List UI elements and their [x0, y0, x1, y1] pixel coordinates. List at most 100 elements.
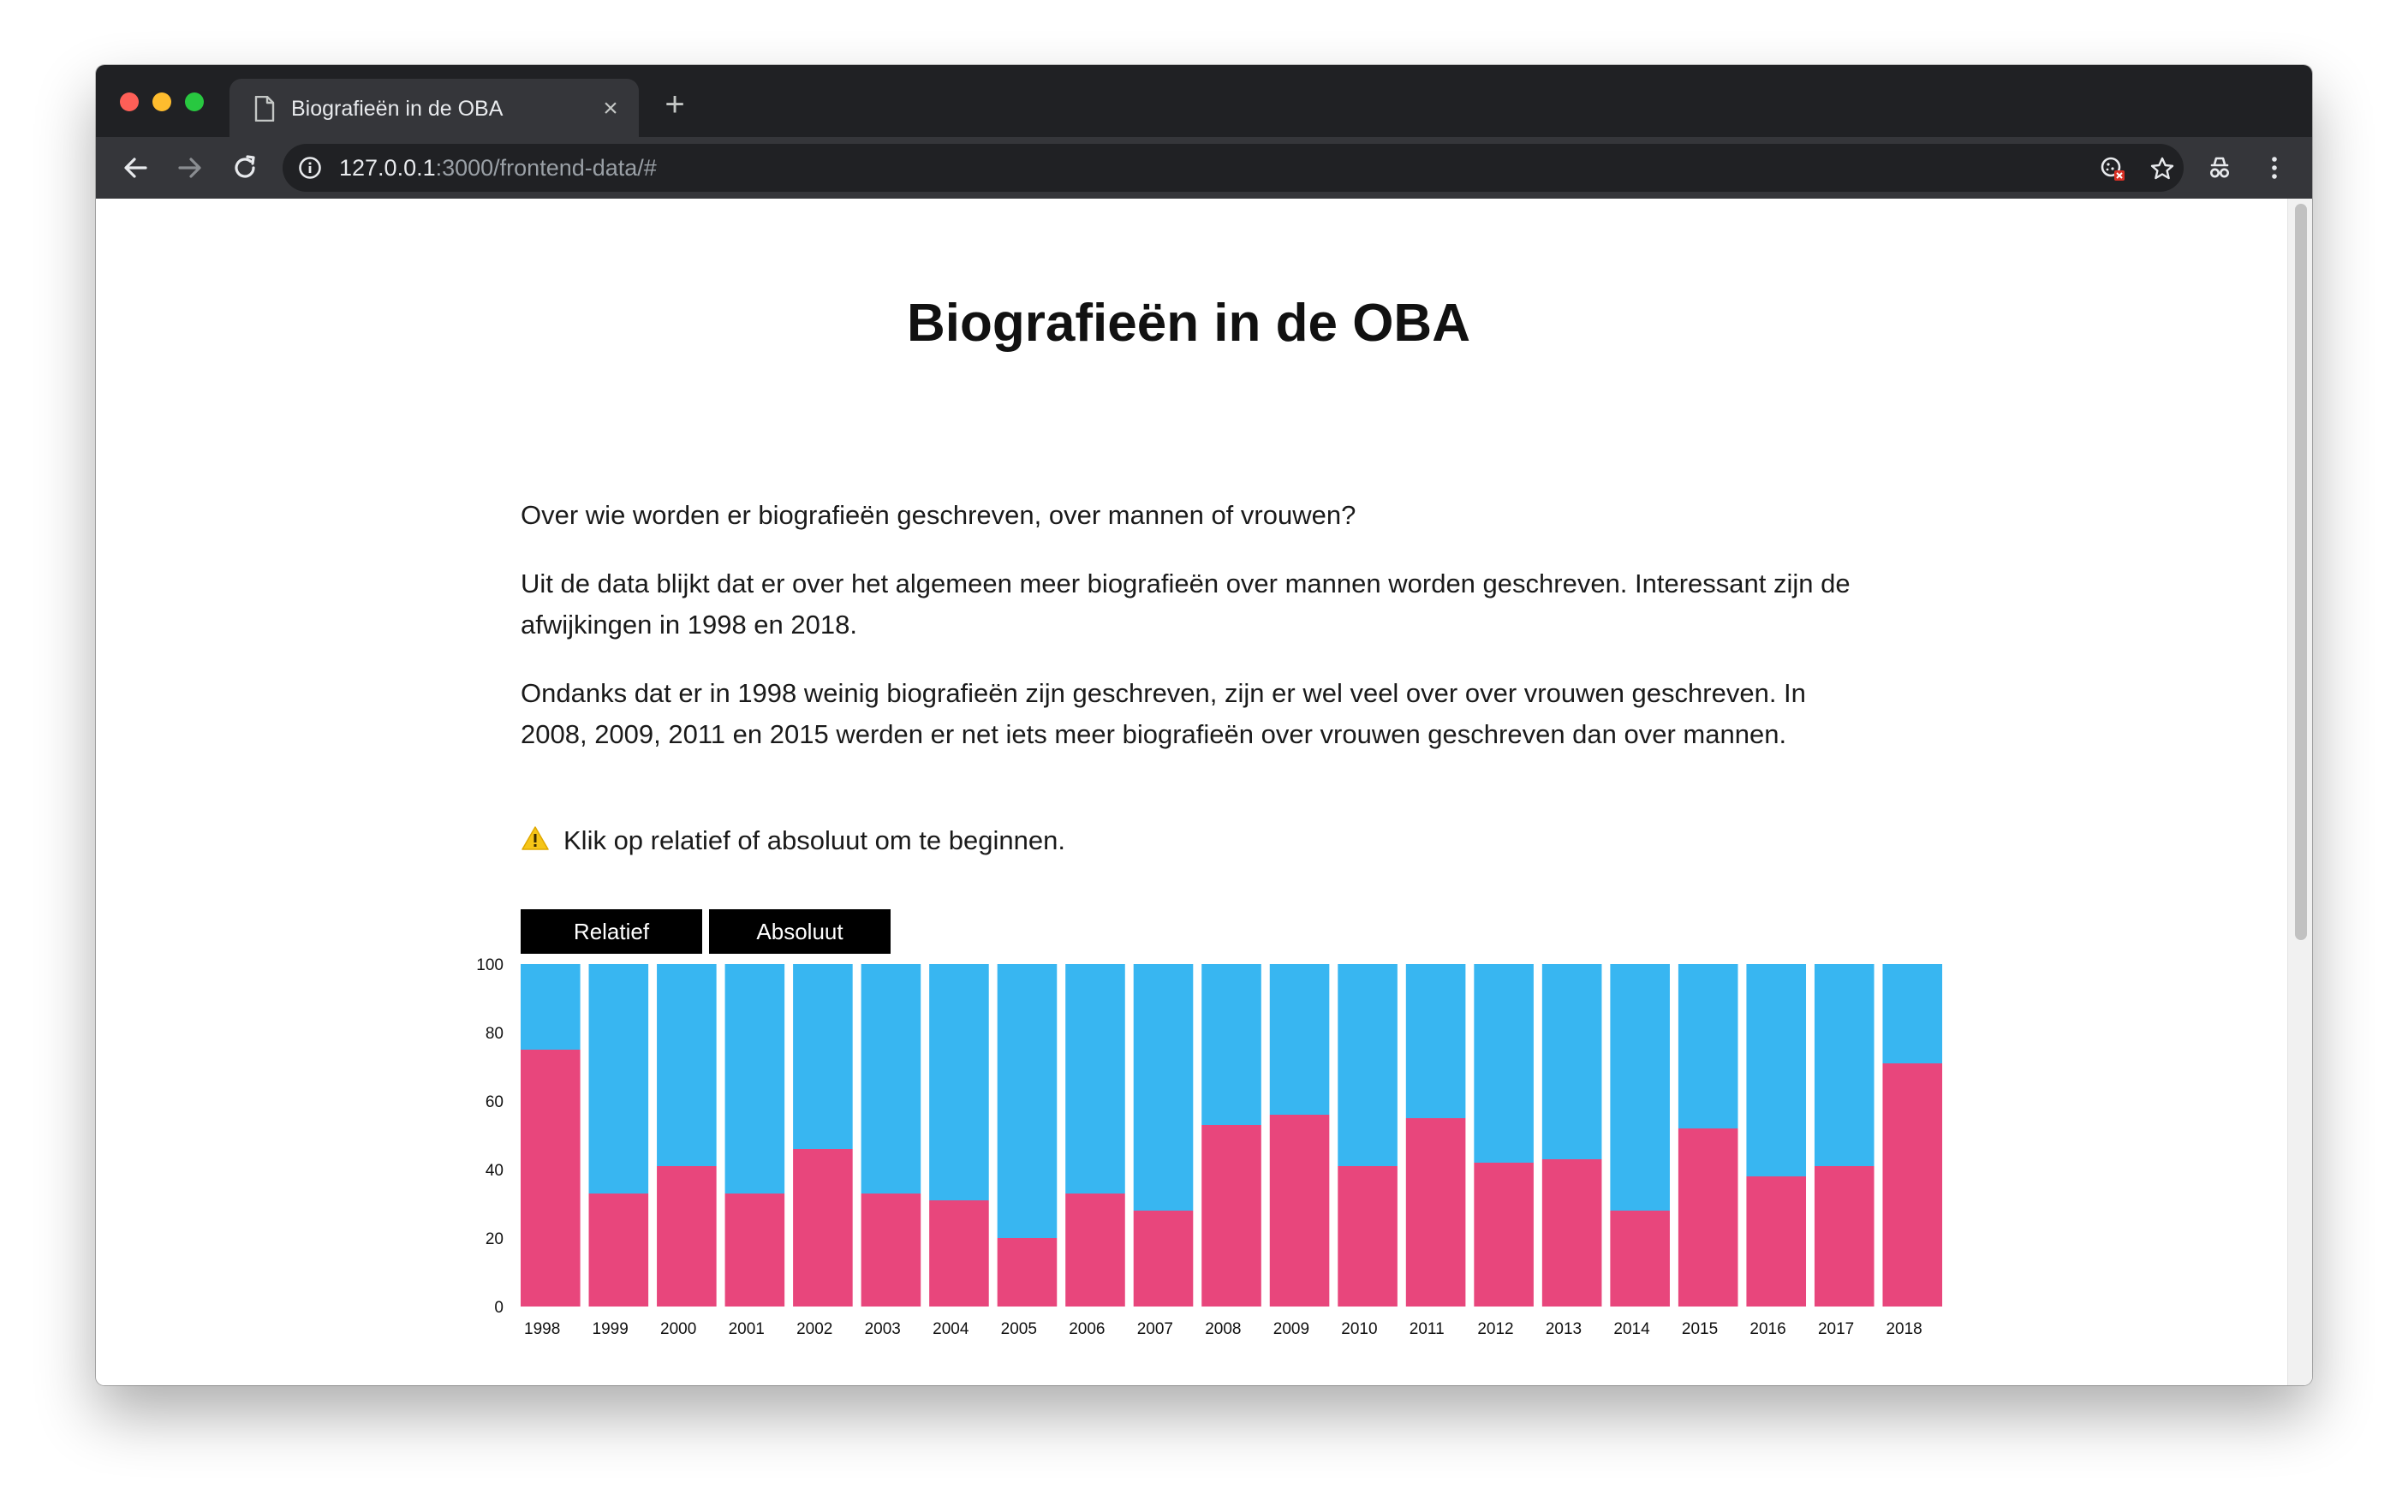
- page-viewport: Biografieën in de OBA Over wie worden er…: [96, 199, 2312, 1385]
- women-bar-1998[interactable]: [521, 1050, 581, 1307]
- women-bar-2003[interactable]: [861, 1194, 921, 1307]
- maximize-window-button[interactable]: [185, 92, 204, 111]
- document-icon: [254, 96, 275, 122]
- findings-paragraph: Uit de data blijkt dat er over het algem…: [521, 568, 1851, 640]
- men-bar-2014[interactable]: [1610, 964, 1670, 1211]
- men-bar-2000[interactable]: [657, 964, 717, 1166]
- browser-window: Biografieën in de OBA × + 127.0.0.1:3000…: [96, 65, 2312, 1385]
- absolute-button[interactable]: Absoluut: [709, 909, 891, 954]
- x-tick-label: 1998: [524, 1320, 560, 1338]
- men-bar-2010[interactable]: [1338, 964, 1398, 1166]
- women-bar-2007[interactable]: [1133, 1211, 1194, 1307]
- women-bar-2000[interactable]: [657, 1166, 717, 1307]
- close-window-button[interactable]: [120, 92, 139, 111]
- x-tick-label: 2017: [1818, 1320, 1854, 1338]
- relative-button[interactable]: Relatief: [521, 909, 702, 954]
- minimize-window-button[interactable]: [152, 92, 171, 111]
- y-tick-label: 20: [486, 1230, 504, 1248]
- men-bar-2017[interactable]: [1814, 964, 1875, 1166]
- men-bar-1998[interactable]: [521, 964, 581, 1050]
- men-bar-2006[interactable]: [1065, 964, 1125, 1194]
- women-bar-2010[interactable]: [1338, 1166, 1398, 1307]
- tab-title: Biografieën in de OBA: [291, 97, 504, 121]
- page-title: Biografieën in de OBA: [907, 294, 1470, 353]
- women-bar-2001[interactable]: [724, 1194, 785, 1307]
- menu-dots-icon[interactable]: [2259, 152, 2290, 183]
- y-axis: 0 20 40 60 80 100: [476, 956, 504, 1317]
- details-paragraph: Ondanks dat er in 1998 weinig biografieë…: [521, 678, 1806, 749]
- incognito-icon[interactable]: [2204, 152, 2235, 183]
- url-host: 127.0.0.1: [339, 155, 436, 181]
- x-tick-label: 2013: [1546, 1320, 1582, 1338]
- y-tick-label: 60: [486, 1093, 504, 1111]
- screen: Biografieën in de OBA × + 127.0.0.1:3000…: [0, 0, 2408, 1512]
- scrollbar[interactable]: [2287, 199, 2312, 1385]
- women-bar-2011[interactable]: [1405, 1118, 1466, 1307]
- men-bar-2002[interactable]: [793, 964, 853, 1149]
- men-bar-1999[interactable]: [588, 964, 649, 1194]
- url-text[interactable]: 127.0.0.1:3000/frontend-data/#: [339, 154, 657, 182]
- men-bar-2012[interactable]: [1474, 964, 1534, 1163]
- women-bar-2017[interactable]: [1814, 1166, 1875, 1307]
- women-bar-2004[interactable]: [929, 1200, 989, 1307]
- women-bar-2013[interactable]: [1541, 1159, 1602, 1307]
- men-bar-2008[interactable]: [1201, 964, 1261, 1125]
- y-tick-label: 0: [494, 1299, 504, 1317]
- women-bar-2009[interactable]: [1269, 1115, 1330, 1307]
- bars: [521, 964, 1943, 1307]
- women-bar-2006[interactable]: [1065, 1194, 1125, 1307]
- stacked-bar-chart: 0 20 40 60 80 100 1998 1999 2000 2001 2002 2003 200…: [476, 956, 1943, 1338]
- men-bar-2009[interactable]: [1269, 964, 1330, 1115]
- x-tick-label: 2004: [933, 1320, 969, 1338]
- y-tick-label: 100: [476, 956, 504, 974]
- bookmark-star-icon[interactable]: [2149, 156, 2175, 182]
- back-arrow-icon[interactable]: [120, 152, 151, 183]
- x-tick-label: 2008: [1205, 1320, 1241, 1338]
- women-bar-2012[interactable]: [1474, 1163, 1534, 1307]
- women-bar-2015[interactable]: [1678, 1128, 1738, 1307]
- men-bar-2001[interactable]: [724, 964, 785, 1194]
- blocked-cookies-icon[interactable]: [2100, 156, 2125, 182]
- men-bar-2013[interactable]: [1541, 964, 1602, 1159]
- men-bar-2011[interactable]: [1405, 964, 1466, 1118]
- women-bar-2016[interactable]: [1746, 1176, 1807, 1307]
- warning-icon: [522, 826, 549, 850]
- x-tick-label: 2015: [1682, 1320, 1718, 1338]
- x-axis: 1998 1999 2000 2001 2002 2003 2004 2005 2006 2007…: [524, 1320, 1922, 1338]
- women-bar-2002[interactable]: [793, 1149, 853, 1307]
- x-tick-label: 2001: [729, 1320, 765, 1338]
- women-bar-2008[interactable]: [1201, 1125, 1261, 1307]
- x-tick-label: 2018: [1886, 1320, 1922, 1338]
- men-bar-2015[interactable]: [1678, 964, 1738, 1128]
- forward-arrow-icon[interactable]: [175, 152, 206, 183]
- browser-titlebar: Biografieën in de OBA × +: [96, 65, 2312, 137]
- x-tick-label: 2009: [1273, 1320, 1309, 1338]
- women-bar-2005[interactable]: [997, 1238, 1058, 1307]
- scrollbar-thumb[interactable]: [2295, 204, 2307, 940]
- info-icon[interactable]: [298, 156, 322, 180]
- x-tick-label: 2016: [1749, 1320, 1785, 1338]
- x-tick-label: 2010: [1341, 1320, 1377, 1338]
- address-bar[interactable]: 127.0.0.1:3000/frontend-data/#: [283, 144, 2184, 192]
- y-tick-label: 40: [486, 1162, 504, 1180]
- x-tick-label: 2005: [1001, 1320, 1037, 1338]
- close-tab-icon[interactable]: ×: [596, 94, 625, 123]
- x-tick-label: 2002: [796, 1320, 832, 1338]
- new-tab-button[interactable]: +: [658, 87, 692, 122]
- reload-icon[interactable]: [229, 152, 260, 183]
- browser-toolbar: 127.0.0.1:3000/frontend-data/#: [96, 137, 2312, 199]
- women-bar-2014[interactable]: [1610, 1211, 1670, 1307]
- x-tick-label: 1999: [593, 1320, 629, 1338]
- men-bar-2007[interactable]: [1133, 964, 1194, 1211]
- men-bar-2018[interactable]: [1882, 964, 1943, 1063]
- browser-tab[interactable]: Biografieën in de OBA ×: [229, 79, 639, 137]
- men-bar-2016[interactable]: [1746, 964, 1807, 1176]
- men-bar-2004[interactable]: [929, 964, 989, 1200]
- women-bar-1999[interactable]: [588, 1194, 649, 1307]
- men-bar-2003[interactable]: [861, 964, 921, 1194]
- x-tick-label: 2011: [1410, 1320, 1445, 1338]
- men-bar-2005[interactable]: [997, 964, 1058, 1238]
- y-tick-label: 80: [486, 1025, 504, 1043]
- women-bar-2018[interactable]: [1882, 1063, 1943, 1307]
- x-tick-label: 2007: [1137, 1320, 1173, 1338]
